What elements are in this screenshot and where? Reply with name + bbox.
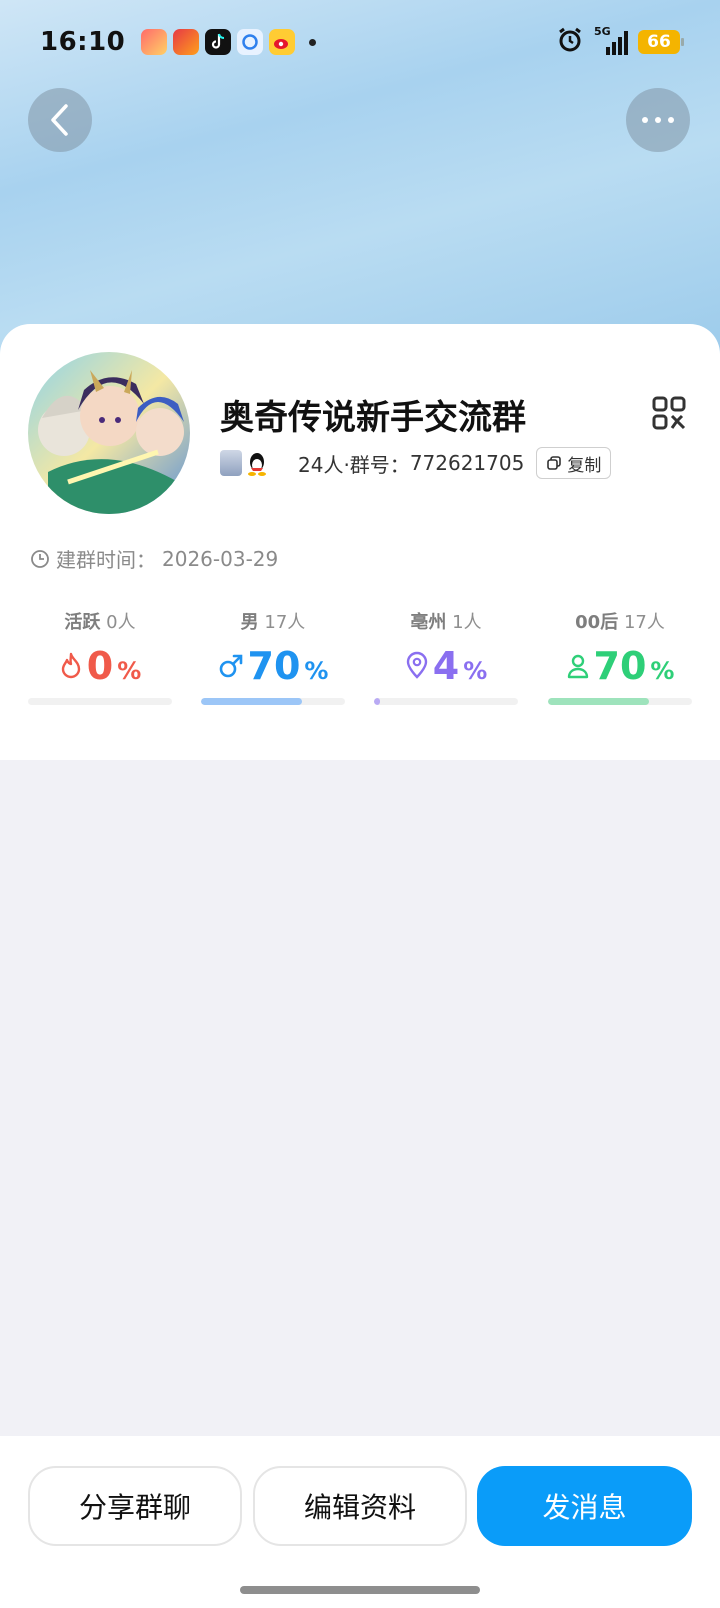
stat-age-bar-fill (548, 698, 649, 705)
notification-icons (141, 29, 317, 55)
flame-icon (61, 652, 80, 679)
tiktok-icon (205, 29, 232, 55)
group-avatar[interactable] (28, 352, 190, 514)
share-group-button[interactable]: 分享群聊 (28, 1466, 242, 1546)
stat-age-bar (548, 698, 692, 705)
stat-location-bar (374, 698, 518, 705)
stat-value: 70 (247, 644, 301, 688)
stat-age[interactable]: 00后 17人 70 % (548, 608, 692, 688)
qq-penguin-icon (246, 450, 268, 476)
copy-label: 复制 (567, 455, 602, 476)
more-notifications-dot (309, 38, 317, 46)
bottom-action-bar: 分享群聊 编辑资料 发消息 (0, 1436, 720, 1608)
stat-male[interactable]: 男 17人 70 % (201, 608, 345, 688)
more-options-button[interactable] (626, 88, 690, 152)
stat-count: 1人 (452, 612, 482, 633)
stat-location-bar-fill (374, 698, 380, 705)
group-info-card: 奥奇传说新手交流群 24人 ·群号： 772621705 复制 建群时间： 20… (0, 324, 720, 760)
male-icon (219, 654, 242, 678)
app-notification-icon (141, 29, 168, 55)
status-time: 16:10 (40, 27, 126, 57)
group-name: 奥奇传说新手交流群 (220, 398, 526, 438)
battery-indicator: 66 (638, 30, 684, 54)
stat-unit: % (463, 657, 488, 685)
send-message-label: 发消息 (542, 1491, 627, 1524)
stat-unit: % (304, 657, 329, 685)
stat-count: 17人 (623, 612, 665, 633)
share-group-label: 分享群聊 (78, 1491, 191, 1524)
group-id: 772621705 (409, 451, 525, 475)
copy-group-id-button[interactable]: 复制 (536, 447, 612, 479)
created-date: 2026-03-29 (162, 546, 279, 571)
signal-5g-icon: 5G (594, 25, 628, 55)
group-meta-row: 24人 ·群号： 772621705 复制 (220, 446, 612, 480)
stat-male-bar (201, 698, 345, 705)
group-id-label: ·群号： (343, 452, 410, 477)
created-label: 建群时间： (56, 548, 156, 572)
edit-profile-label: 编辑资料 (303, 1491, 416, 1524)
status-bar: 16:10 5G 66 (0, 0, 720, 84)
alarm-icon (556, 26, 584, 58)
stat-label: 00后 (575, 612, 619, 633)
weibo-icon (269, 29, 296, 55)
stat-label: 亳州 (410, 612, 447, 633)
chevron-left-icon (51, 104, 68, 136)
stat-label: 男 (240, 612, 259, 633)
home-indicator[interactable] (240, 1586, 480, 1594)
person-icon (567, 654, 588, 679)
edit-profile-button[interactable]: 编辑资料 (253, 1466, 467, 1546)
back-button[interactable] (28, 88, 92, 152)
stat-location[interactable]: 亳州 1人 4 % (374, 608, 518, 688)
member-count: 24人 (298, 452, 344, 477)
stat-value: 0 (86, 644, 114, 688)
system-icons: 5G 66 (556, 25, 684, 58)
qr-code-icon[interactable] (652, 396, 686, 430)
stat-active-bar (28, 698, 172, 705)
stat-unit: % (650, 657, 675, 685)
browser-icon (237, 29, 264, 55)
stat-value: 70 (593, 644, 647, 688)
more-dots-icon (642, 117, 674, 123)
stat-count: 0人 (106, 612, 136, 633)
group-stats: 活跃 0人 0 % 男 17人 70 % 亳州 1人 4 % 00后 17人 7… (28, 608, 692, 718)
member-avatars (220, 450, 268, 476)
app-notification-icon (173, 29, 200, 55)
created-time-row: 建群时间： 2026-03-29 (30, 544, 278, 573)
stat-value: 4 (432, 644, 460, 688)
stat-unit: % (117, 657, 142, 685)
stat-male-bar-fill (201, 698, 302, 705)
copy-icon (547, 456, 562, 470)
stat-label: 活跃 (64, 612, 101, 633)
send-message-button[interactable]: 发消息 (477, 1466, 692, 1546)
clock-icon (31, 549, 49, 568)
member-avatar (220, 450, 242, 476)
location-icon (406, 651, 427, 679)
stat-count: 17人 (264, 612, 306, 633)
stat-active[interactable]: 活跃 0人 0 % (28, 608, 172, 688)
